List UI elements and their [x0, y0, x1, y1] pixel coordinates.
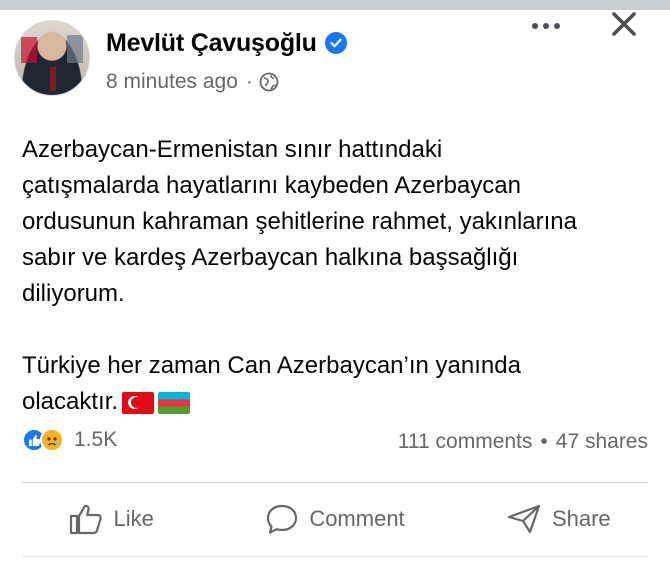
dot-icon [532, 23, 538, 29]
share-label: Share [551, 506, 611, 531]
avatar[interactable] [14, 20, 90, 96]
share-icon [507, 504, 541, 534]
post-paragraph-2: Türkiye her zaman Can Azerbaycan’ın yanı… [22, 348, 662, 420]
meta-separator: · [245, 70, 253, 93]
reaction-count: 1.5K [74, 428, 118, 451]
share-button[interactable]: Share [447, 488, 670, 550]
comment-icon [267, 504, 298, 534]
engagement-separator: • [540, 430, 548, 453]
author-row: Mevlüt Çavuşoğlu [106, 28, 347, 58]
more-options-button[interactable] [528, 12, 564, 40]
post-meta: 8 minutes ago · [106, 70, 279, 94]
sad-reaction-icon [40, 428, 64, 452]
azerbaijan-flag-icon [158, 391, 191, 414]
dot-icon [554, 23, 560, 29]
post-timestamp[interactable]: 8 minutes ago [106, 70, 238, 94]
globe-icon [259, 72, 279, 92]
dot-icon [543, 23, 549, 29]
shares-count[interactable]: 47 shares [556, 430, 648, 454]
turkey-flag-icon [122, 391, 155, 414]
post-body: Azerbaycan-Ermenistan sınır hattındaki ç… [22, 132, 662, 420]
author-name[interactable]: Mevlüt Çavuşoğlu [106, 29, 317, 58]
action-bar: Like Comment Share [0, 488, 670, 550]
close-icon [612, 12, 636, 36]
like-label: Like [113, 506, 154, 531]
flag-emojis [122, 391, 191, 414]
post-paragraph-2-text: Türkiye her zaman Can Azerbaycan’ın yanı… [22, 352, 521, 415]
comment-label: Comment [309, 506, 405, 531]
verified-badge-icon [324, 32, 347, 54]
reactions-summary[interactable]: 1.5K [22, 428, 117, 452]
divider [22, 482, 648, 483]
bottom-divider [22, 556, 648, 557]
engagement-stats: 111 comments • 47 shares [398, 430, 648, 454]
comment-button[interactable]: Comment [223, 488, 446, 550]
close-button[interactable] [606, 6, 642, 42]
comments-count[interactable]: 111 comments [398, 430, 533, 454]
thumbs-up-icon [70, 504, 103, 535]
like-button[interactable]: Like [0, 488, 223, 550]
top-strip [0, 0, 670, 10]
post-paragraph-1: Azerbaycan-Ermenistan sınır hattındaki ç… [22, 136, 577, 307]
